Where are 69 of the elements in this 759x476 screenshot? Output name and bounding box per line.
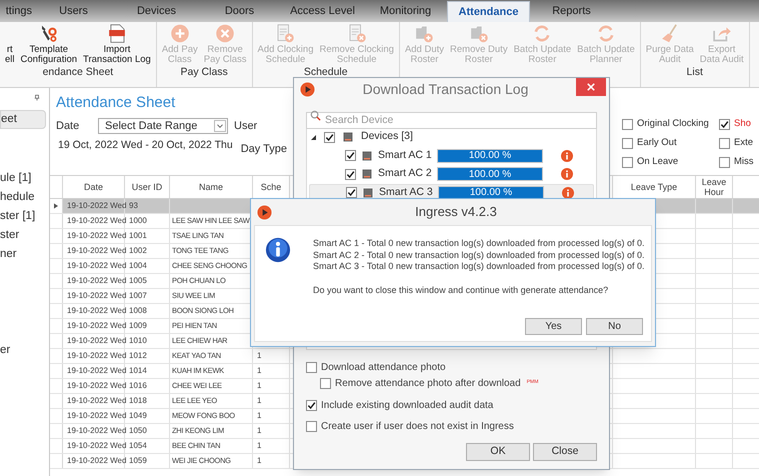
field-label: Day Type [240, 142, 287, 157]
table-cell: 19-10-2022 Wed [67, 440, 126, 452]
progress-reading: 100.00 % [468, 168, 512, 180]
table-cell: 19-10-2022 Wed [67, 455, 126, 467]
table-cell: 19-10-2022 Wed [67, 425, 126, 437]
table-cell: 1004 [129, 260, 147, 272]
table-cell: 1008 [129, 305, 147, 317]
group-label: Pay Class [180, 65, 229, 80]
table-cell: 93 [129, 200, 138, 212]
table-cell: 19-10-2022 Wed [67, 245, 126, 257]
table-cell: 19-10-2022 Wed [67, 275, 126, 287]
table-cell: 19-10-2022 Wed [67, 365, 126, 377]
message-text: Smart AC 1 - Total 0 new transaction log(s) downloaded from processed log(s) of 0. [313, 238, 644, 250]
checkbox-label: Early Out [637, 136, 677, 150]
table-cell: 1 [257, 365, 262, 377]
group-label: List [686, 65, 704, 80]
table-cell: 19-10-2022 Wed [67, 350, 126, 362]
dialog-title: Download Transaction Log [362, 80, 530, 99]
table-cell: 1009 [129, 320, 147, 332]
table-cell: 1010 [129, 335, 147, 347]
table-cell: 1 [257, 440, 262, 452]
table-cell: 1002 [129, 245, 147, 257]
message-text: Smart AC 2 - Total 0 new transaction log(s) downloaded from processed log(s) of 0. [313, 250, 644, 261]
table-cell: 19-10-2022 Wed [67, 335, 126, 347]
checkbox-label: Miss [734, 155, 754, 170]
message-text: Do you want to close this window and continue with generate attendance? [313, 284, 610, 296]
table-cell: 1049 [129, 410, 147, 422]
table-cell: 1059 [129, 455, 147, 467]
date-range-text: 19 Oct, 2022 Wed - 20 Oct, 2022 Thu [57, 138, 233, 153]
table-cell: 1050 [129, 425, 147, 437]
table-cell: 19-10-2022 Wed [67, 200, 126, 212]
table-cell: 1014 [129, 365, 147, 377]
page-title: Attendance Sheet [56, 93, 176, 113]
checkbox-label: Original Clocking [637, 117, 709, 132]
checkbox-label: On Leave [637, 155, 678, 170]
group-label: Schedule [302, 65, 349, 80]
table-cell: 19-10-2022 Wed [67, 230, 126, 242]
table-cell: 1054 [129, 440, 147, 452]
field-label: Date [56, 118, 80, 134]
table-cell: 1 [257, 395, 262, 407]
table-cell: 19-10-2022 Wed [67, 305, 126, 317]
table-cell: 19-10-2022 Wed [67, 290, 126, 302]
table-cell: 1000 [129, 215, 147, 227]
table-cell: 19-10-2022 Wed [67, 260, 126, 272]
checkbox-label: Remove attendance photo after download [335, 376, 521, 390]
checkbox-label: Sho [734, 117, 751, 132]
progress-reading: 100.00 % [468, 150, 512, 162]
progress-reading: 100.00 % [468, 186, 514, 199]
message-text: Smart AC 3 - Total 0 new transaction log(s) downloaded from processed log(s) of 0. [313, 261, 644, 272]
table-cell: 1012 [129, 350, 147, 362]
table-cell: 19-10-2022 Wed [67, 380, 126, 392]
table-cell: 19-10-2022 Wed [67, 215, 126, 227]
table-cell: 1 [257, 410, 262, 422]
table-cell: 1018 [129, 395, 147, 407]
table-cell: 1007 [129, 290, 147, 302]
table-cell: 19-10-2022 Wed [67, 395, 126, 407]
table-cell: 1 [257, 455, 262, 467]
table-cell: 19-10-2022 Wed [67, 320, 126, 332]
table-cell: 1001 [129, 230, 147, 242]
table-cell: 1016 [129, 380, 147, 392]
field-label: User [234, 118, 258, 134]
table-cell: 19-10-2022 Wed [67, 410, 126, 422]
checkbox-label: Exte [734, 136, 754, 150]
table-cell: 1005 [129, 275, 147, 287]
group-label: endance Sheet [42, 65, 114, 80]
table-cell: 1 [257, 425, 262, 437]
table-cell: 1 [257, 380, 262, 392]
table-cell: 1 [257, 350, 262, 362]
dialog-title: Ingress v4.2.3 [414, 203, 498, 222]
